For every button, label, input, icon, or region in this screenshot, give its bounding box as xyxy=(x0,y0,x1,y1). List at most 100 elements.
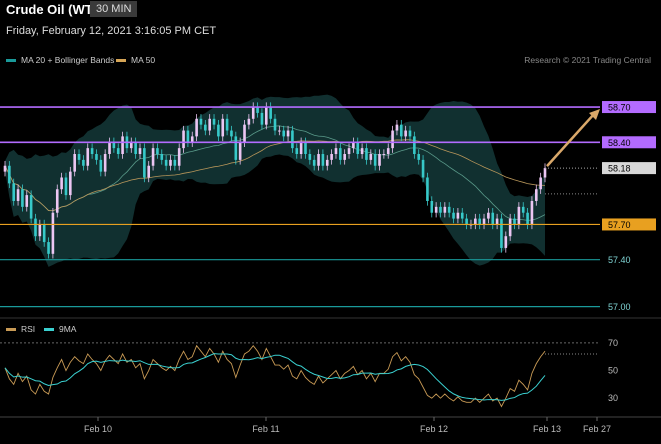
candle-body xyxy=(264,107,268,125)
candle-body xyxy=(25,195,29,207)
candle-body xyxy=(347,148,351,155)
candle-body xyxy=(330,154,333,160)
candle-body xyxy=(173,159,177,166)
candle-body xyxy=(495,218,499,225)
candle-body xyxy=(339,148,342,160)
candle-body xyxy=(286,130,290,137)
candle-body xyxy=(356,142,360,155)
candle-body xyxy=(251,107,255,119)
candle-body xyxy=(51,212,55,254)
candle-body xyxy=(69,171,72,196)
candle-body xyxy=(308,154,312,160)
candle-body xyxy=(391,130,394,149)
x-tick-label: Feb 27 xyxy=(583,424,611,434)
candle-body xyxy=(260,112,264,125)
candle-body xyxy=(195,118,198,137)
x-tick-label: Feb 12 xyxy=(420,424,448,434)
candle-body xyxy=(77,154,81,160)
candle-body xyxy=(360,148,364,155)
target-arrow-shaft xyxy=(546,113,595,167)
candle-body xyxy=(539,177,542,190)
candle-body xyxy=(86,148,90,166)
candle-body xyxy=(343,154,346,160)
candle-body xyxy=(134,142,137,155)
candle-body xyxy=(460,212,464,219)
candle-body xyxy=(234,136,238,160)
candle-body xyxy=(42,224,46,243)
candle-body xyxy=(3,165,7,172)
rsi-tick-label: 50 xyxy=(608,366,618,376)
candle-body xyxy=(447,206,451,213)
candle-body xyxy=(404,130,407,137)
level-label: 57.00 xyxy=(608,302,631,312)
candle-body xyxy=(334,148,338,155)
candle-body xyxy=(225,118,229,131)
candle-body xyxy=(8,165,11,184)
candle-body xyxy=(204,124,207,131)
candle-body xyxy=(221,118,225,137)
candle-body xyxy=(212,118,216,125)
candle-body xyxy=(312,159,316,166)
candle-body xyxy=(47,242,50,254)
price-chart: 58.70 58.40 58.18 57.70 57.40 57.00 30 50 70 Feb … xyxy=(0,94,661,434)
candle-body xyxy=(465,218,468,225)
candle-body xyxy=(291,130,294,149)
candle-body xyxy=(12,183,16,201)
candle-body xyxy=(177,148,181,166)
candle-body xyxy=(421,159,425,178)
candle-body xyxy=(443,206,447,213)
candle-body xyxy=(491,212,495,225)
x-tick-label: Feb 10 xyxy=(84,424,112,434)
candle-body xyxy=(103,154,107,172)
candle-body xyxy=(299,142,303,155)
candle-body xyxy=(530,200,534,225)
candle-body xyxy=(164,159,168,166)
candle-body xyxy=(217,124,220,137)
candle-body xyxy=(143,148,146,178)
candle-body xyxy=(29,195,33,219)
candle-body xyxy=(395,124,399,131)
candle-body xyxy=(273,118,277,131)
candle-body xyxy=(73,154,76,172)
candle-body xyxy=(38,224,42,237)
candle-body xyxy=(282,130,286,137)
candle-body xyxy=(508,218,512,237)
candle-body xyxy=(256,107,259,113)
candle-body xyxy=(230,130,233,137)
candle-body xyxy=(399,124,403,137)
candle-body xyxy=(386,148,390,155)
rsi-tick-label: 70 xyxy=(608,338,618,348)
candle-body xyxy=(138,148,142,155)
x-tick-label: Feb 13 xyxy=(533,424,561,434)
candle-body xyxy=(129,142,133,149)
candle-body xyxy=(90,148,94,155)
candle-body xyxy=(190,136,194,143)
candle-body xyxy=(60,177,63,190)
candle-body xyxy=(34,218,37,237)
candle-body xyxy=(321,154,325,166)
candle-body xyxy=(413,136,416,155)
candle-body xyxy=(160,154,164,160)
candle-body xyxy=(325,159,329,166)
candle-body xyxy=(500,218,503,248)
candle-body xyxy=(99,159,103,172)
candle-body xyxy=(95,154,98,160)
candle-body xyxy=(156,148,159,155)
candle-body xyxy=(238,142,242,160)
candle-body xyxy=(513,218,516,225)
candle-body xyxy=(295,148,299,155)
candle-body xyxy=(169,159,172,166)
candle-body xyxy=(521,206,525,213)
candle-body xyxy=(487,212,490,219)
candle-body xyxy=(478,218,481,225)
candle-body xyxy=(365,148,368,160)
candle-body xyxy=(352,142,355,149)
candle-body xyxy=(112,142,116,149)
candle-body xyxy=(430,200,434,213)
candle-body xyxy=(247,118,251,125)
candle-body xyxy=(199,118,203,125)
candle-body xyxy=(186,130,190,143)
candle-body xyxy=(82,159,85,166)
candle-body xyxy=(426,177,429,201)
level-label: 57.70 xyxy=(608,220,631,230)
